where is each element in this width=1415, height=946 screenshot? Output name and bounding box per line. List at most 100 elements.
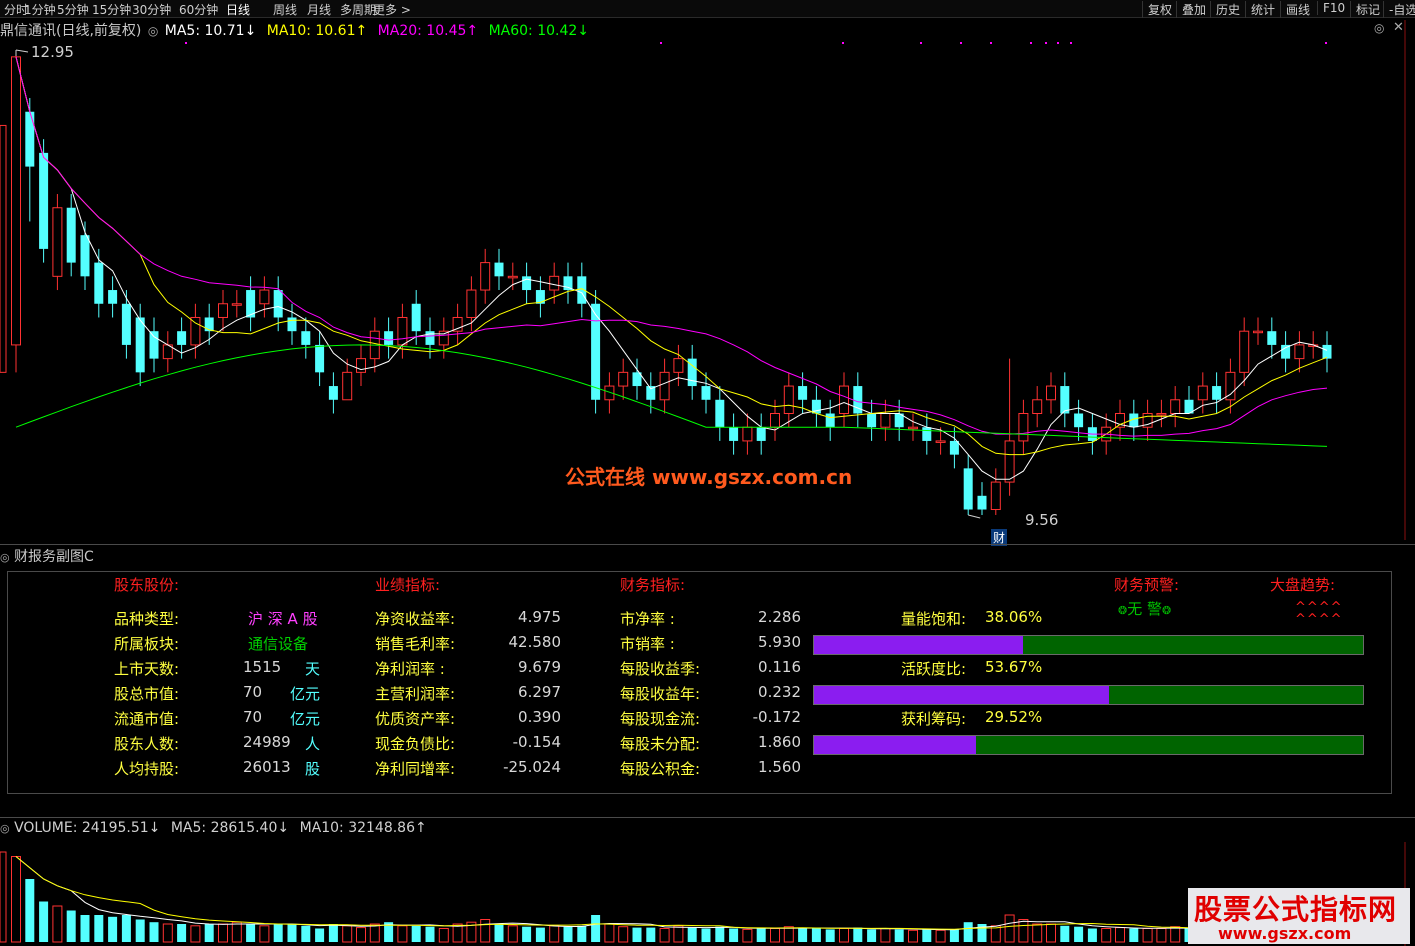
fin-value: -0.172 [752,708,801,726]
pane-settings-icon[interactable]: ◎ [0,551,10,564]
period-tab-6[interactable]: 日线 [226,1,250,18]
volume-bar [949,929,959,942]
meter-label: 量能饱和: [901,610,967,628]
volume-bar [715,926,725,942]
volume-bar [1046,923,1056,943]
perf-label: 现金负债比: [375,735,456,753]
event-dot [660,42,662,44]
candle [977,482,987,515]
high-price-label: 12.95 [31,43,74,61]
tool-button-2[interactable]: 历史 [1210,1,1245,18]
tool-button-0[interactable]: 复权 [1142,1,1177,18]
candle [384,317,394,359]
candle [687,344,697,400]
holder-label: 所属板块: [114,635,180,653]
volume-settings-icon[interactable]: ◎ [0,822,10,835]
candle [673,344,684,387]
perf-label: 销售毛利率: [375,635,456,653]
high-tick-arrow [15,49,29,53]
volume-bar [190,925,201,943]
volume-bar [11,856,21,943]
volume-bar [1060,925,1070,942]
site-watermark-url: www.gszx.com [1218,924,1352,943]
candle [231,290,242,318]
candle [66,194,76,277]
candle [425,317,435,359]
volume-bar [591,915,601,942]
volume-bar [853,927,863,942]
candle [1225,358,1236,414]
period-tab-3[interactable]: 15分钟 [92,1,131,18]
fin-value: 0.116 [758,658,801,676]
perf-value: -0.154 [512,733,561,751]
volume-bar [729,928,739,942]
tool-button-5[interactable]: F10 [1317,1,1350,15]
holder-unit: 股 [305,760,321,778]
event-dot [185,42,187,44]
event-dot [1030,42,1032,44]
holder-value: 70 [243,708,263,726]
fin-value: 1.860 [758,733,801,751]
meter-value: 53.67% [985,658,1043,676]
fin-label: 每股公积金: [620,760,701,778]
period-toolbar: 分时 1分钟 5分钟 15分钟 30分钟 60分钟 日线 周线 月线 多周期 更多 > 复权 叠加 历史统… [0,0,1415,18]
candle [480,248,491,304]
holder-unit: 人 [305,735,321,753]
candle [11,50,21,373]
financial-panel: 股东股份: 业绩指标: 财务指标: 财务预警: 大盘趋势: ❂无 警❂ ^^^^… [7,571,1392,794]
holder-label: 股东人数: [114,735,180,753]
period-tab-4[interactable]: 30分钟 [132,1,171,18]
candle [25,98,35,222]
candle [259,276,270,318]
candle [867,399,877,441]
tool-button-7[interactable]: -自选 [1383,1,1415,18]
ma20-line [15,56,1328,437]
volume-bar [756,928,766,942]
volume-bar [1074,926,1084,942]
pane-divider-2[interactable] [0,817,1415,818]
fin-label: 每股收益季: [620,660,701,678]
section-perf: 业绩指标: [375,576,441,594]
period-tab-5[interactable]: 60分钟 [179,1,218,18]
period-tab-8[interactable]: 月线 [307,1,331,18]
volume-bar [935,929,946,943]
period-tab-9[interactable]: 多周期 [340,1,376,18]
warn-value: 无 警 [1127,600,1162,618]
volume-bar [1004,914,1015,943]
candle [162,331,173,373]
volume-bar [287,924,297,942]
candle [328,372,338,414]
meter-fill [814,686,1109,704]
warn-status: ❂无 警❂ [1118,598,1171,619]
candle [301,317,311,359]
volume-bar [1115,927,1125,943]
holder-value: 26013 [243,758,291,776]
fin-label: 每股收益年: [620,685,701,703]
tool-button-4[interactable]: 画线 [1280,1,1315,18]
tool-button-1[interactable]: 叠加 [1176,1,1211,18]
volume-bar [121,915,131,942]
volume-bar [80,915,90,942]
volume-bar [1156,928,1167,943]
volume-bar [770,928,780,943]
volume-bar [522,926,532,942]
tool-button-6[interactable]: 标记 [1350,1,1385,18]
tool-button-3[interactable]: 统计 [1245,1,1280,18]
period-tab-7[interactable]: 周线 [273,1,297,18]
holder-value: 通信设备 [248,635,309,653]
fin-label: 每股现金流: [620,710,701,728]
volume-bar [687,927,697,942]
volume-bar [922,929,932,942]
period-tab-1[interactable]: 1分钟 [24,1,56,18]
period-tab-2[interactable]: 5分钟 [57,1,89,18]
period-tab-10[interactable]: 更多 > [373,1,411,18]
holder-unit: 亿元 [290,710,321,728]
candle [452,303,463,345]
volume-bar [908,929,918,943]
perf-value: 42.580 [508,633,562,651]
candle [0,124,7,373]
warn-right-icon: ❂ [1162,604,1172,617]
pane-divider[interactable] [0,544,1415,545]
meter-bar [813,635,1364,655]
volume-bar [963,922,973,942]
